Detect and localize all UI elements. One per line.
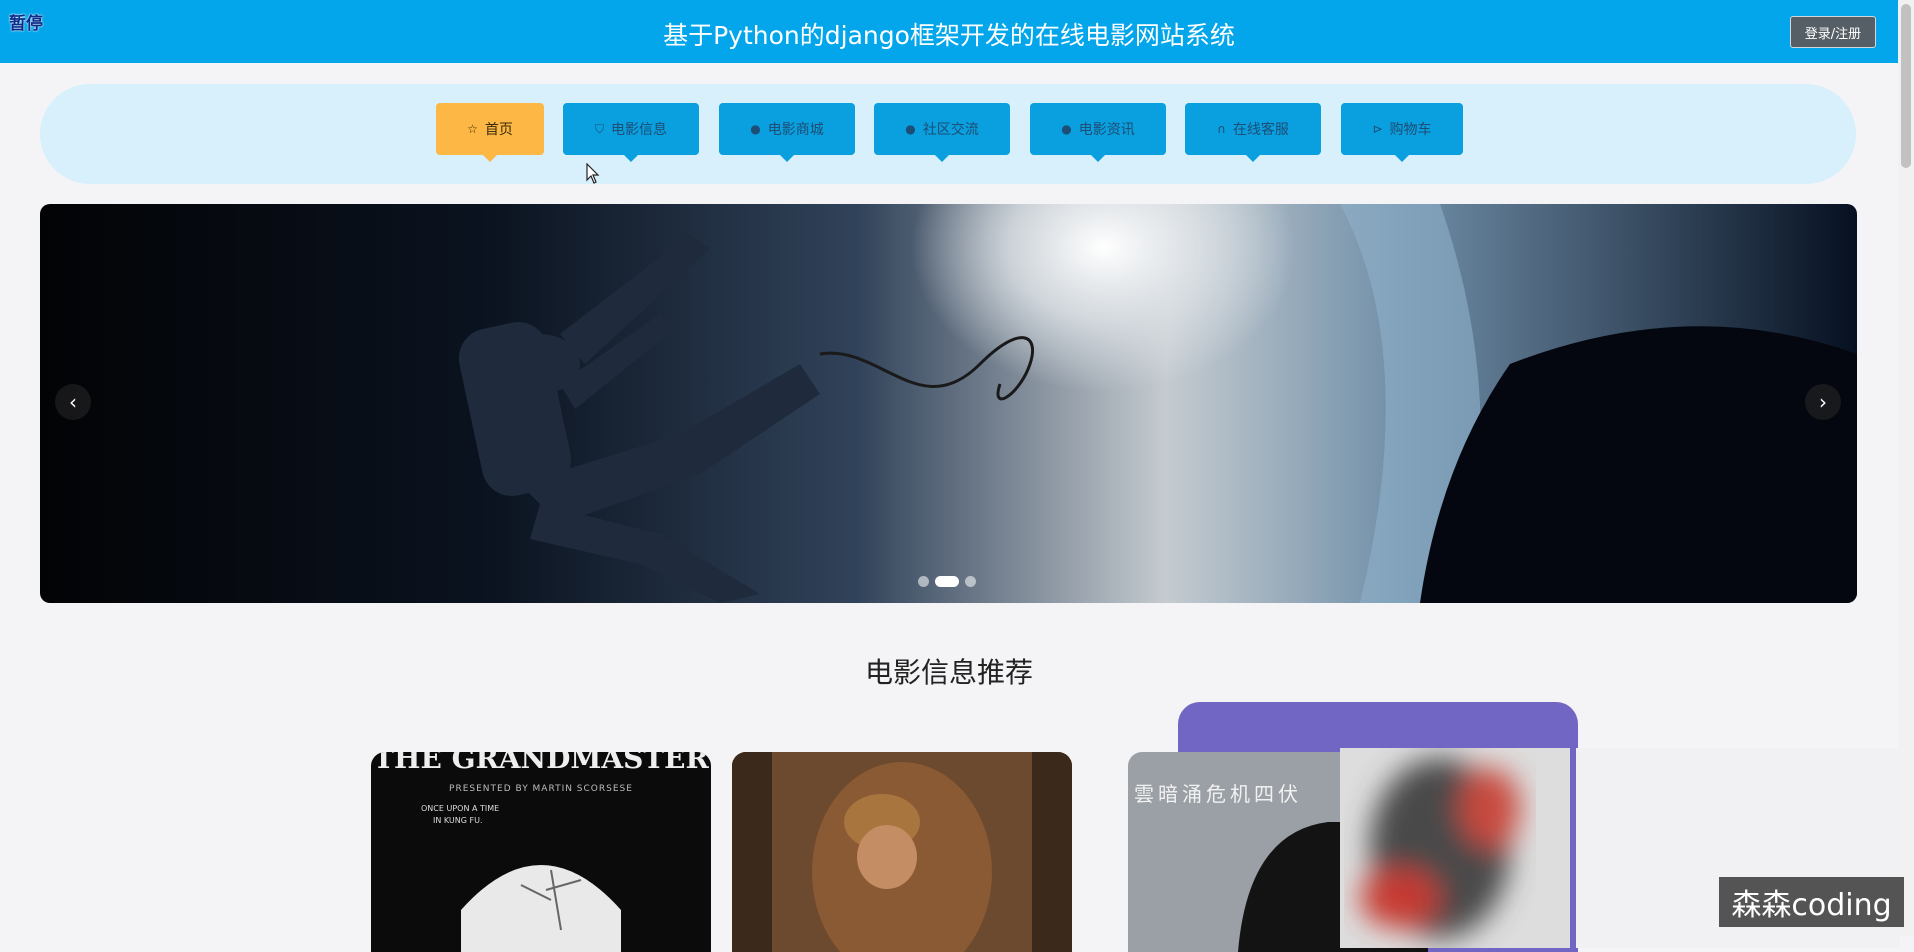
page-scrollbar[interactable] xyxy=(1898,0,1914,936)
movie-card[interactable]: THE GRANDMASTER PRESENTED BY MARTIN SCOR… xyxy=(371,752,711,952)
section-title: 电影信息推荐 xyxy=(864,656,1033,689)
login-register-button[interactable]: 登录/注册 xyxy=(1790,16,1876,48)
bag-icon: ⛉ xyxy=(594,121,604,136)
nav-item[interactable]: ● 电影商城 xyxy=(719,103,855,162)
nav-item[interactable]: ● 电影资讯 xyxy=(1030,103,1166,162)
info-circle-icon: ● xyxy=(1061,122,1072,136)
blur-art xyxy=(1340,748,1570,948)
mouse-cursor-icon xyxy=(586,163,600,184)
nav-item[interactable]: ● 社区交流 xyxy=(874,103,1010,162)
carousel-dot[interactable] xyxy=(965,576,976,587)
hero-image xyxy=(40,204,1857,603)
movie-card[interactable] xyxy=(732,752,1072,952)
nav-item-label: 电影资讯 xyxy=(1078,122,1135,138)
nav-item[interactable]: ☆ 首页 xyxy=(436,103,544,162)
poster-tagline-1: ONCE UPON A TIME xyxy=(421,804,500,813)
question-circle-icon: ● xyxy=(905,122,916,136)
blurred-video-overlay xyxy=(1340,748,1570,948)
poster-art xyxy=(732,752,1072,952)
carousel-dot-active[interactable] xyxy=(935,576,959,587)
nav-item-label: 电影商城 xyxy=(767,122,824,138)
info-circle-icon: ● xyxy=(750,122,761,136)
cart-icon: ⊳ xyxy=(1372,122,1383,136)
nav-item[interactable]: ⊳ 购物车 xyxy=(1341,103,1463,162)
scrollbar-thumb[interactable] xyxy=(1901,4,1911,168)
site-title: 基于Python的django框架开发的在线电影网站系统 xyxy=(663,21,1235,50)
nav-item-label: 购物车 xyxy=(1389,122,1432,138)
nav-item-label: 电影信息 xyxy=(611,122,667,138)
headset-icon: ∩ xyxy=(1217,122,1226,136)
nav-item-label: 在线客服 xyxy=(1232,122,1289,138)
star-icon: ☆ xyxy=(467,122,478,136)
nav-item[interactable]: ∩ 在线客服 xyxy=(1185,103,1321,162)
carousel-next-button[interactable]: › xyxy=(1805,384,1841,420)
nav-item[interactable]: ⛉ 电影信息 xyxy=(563,103,699,162)
carousel-dot[interactable] xyxy=(918,576,929,587)
poster-art xyxy=(461,865,621,952)
nav-item-label: 社区交流 xyxy=(922,122,979,138)
poster-subtitle: PRESENTED BY MARTIN SCORSESE xyxy=(449,784,633,794)
header-bar: 暂停 基于Python的django框架开发的在线电影网站系统 登录/注册 xyxy=(0,0,1914,63)
poster-title: THE GRANDMASTER xyxy=(373,752,709,775)
carousel-indicators xyxy=(918,576,976,587)
watermark: 森森coding xyxy=(1719,877,1904,927)
hero-carousel[interactable] xyxy=(40,204,1857,603)
nav-item-label: 首页 xyxy=(484,122,513,138)
poster-tagline-2: IN KUNG FU. xyxy=(433,816,483,825)
carousel-prev-button[interactable]: ‹ xyxy=(55,384,91,420)
